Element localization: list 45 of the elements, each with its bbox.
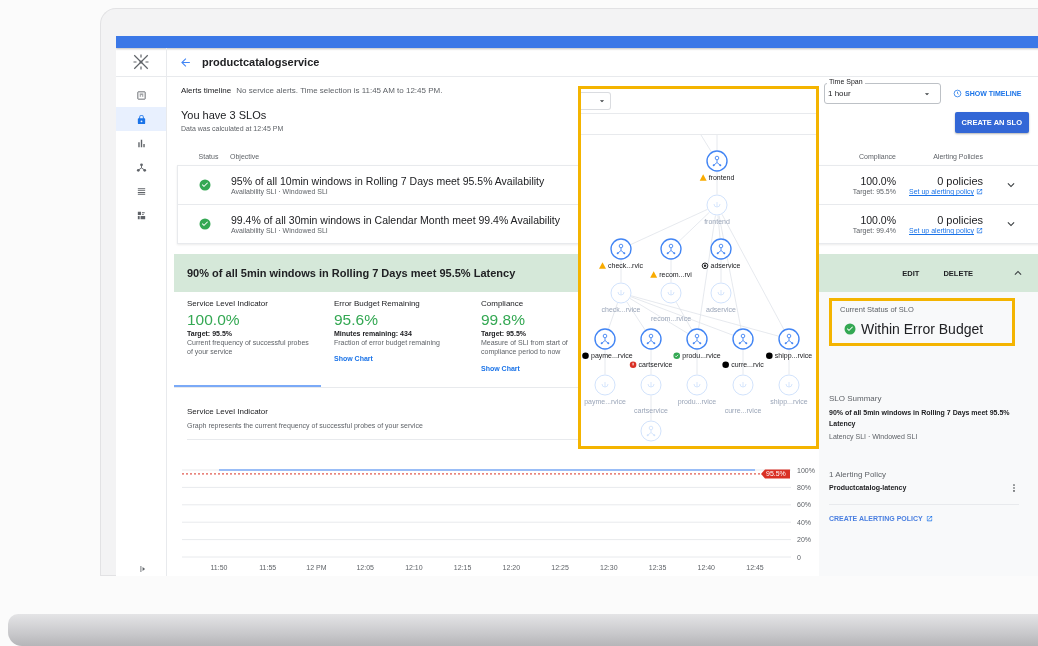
dashboard-icon [135, 89, 147, 101]
service-node[interactable] [710, 238, 732, 260]
service-node[interactable] [732, 328, 754, 350]
tile-value: 95.6% [334, 311, 379, 329]
service-node[interactable] [686, 328, 708, 350]
service-node[interactable] [778, 328, 800, 350]
service-node[interactable] [706, 150, 728, 172]
app-logo-icon [132, 53, 150, 71]
alerts-label: Alerts timeline [181, 86, 232, 95]
slo-title: 90% of all 5min windows in Rolling 7 Days meet 95.5% Latency [187, 267, 516, 279]
sidebar-item[interactable] [116, 107, 166, 131]
external-link-icon [976, 227, 983, 234]
clock-icon [953, 89, 962, 98]
alerts-message: No service alerts. Time selection is 11:45 AM to 12:45 PM. [236, 86, 443, 95]
policy-count: 0 policies [937, 214, 983, 226]
objective-text: 95% of all 10min windows in Rolling 7 Days meet 95.5% Availability [231, 175, 545, 187]
tile-title: Service Level Indicator [187, 299, 269, 308]
summary-heading: SLO Summary [829, 394, 883, 403]
external-link-icon [925, 514, 933, 522]
bar-chart-icon [135, 137, 147, 149]
list-icon [135, 185, 147, 197]
status-text: Within Error Budget [861, 321, 984, 337]
external-link-icon [976, 188, 983, 195]
tile-value: 100.0% [187, 311, 241, 329]
lock-icon [135, 113, 147, 125]
service-node[interactable] [660, 238, 682, 260]
back-arrow-icon[interactable] [179, 55, 192, 69]
tile-title: Compliance [481, 299, 525, 308]
dropdown-field[interactable] [581, 92, 611, 110]
policy-count: 0 policies [937, 175, 983, 187]
tile-value: 99.8% [481, 311, 526, 329]
compliance-value: 100.0% [860, 175, 896, 187]
widgets-icon [135, 209, 147, 221]
compliance-value: 100.0% [860, 214, 896, 226]
tile-title: Error Budget Remaining [334, 299, 421, 308]
service-node[interactable] [594, 328, 616, 350]
alerting-heading: 1 Alerting Policy [829, 470, 887, 479]
time-span-value: 1 hour [828, 89, 851, 98]
service-node[interactable] [610, 238, 632, 260]
network-icon [135, 161, 147, 173]
page-title: productcatalogservice [202, 56, 320, 68]
section-title: You have 3 SLOs [181, 109, 268, 121]
service-node[interactable] [640, 328, 662, 350]
panel-title: Service Level Indicator [187, 407, 268, 416]
objective-text: 99.4% of all 30min windows in Calendar Month meet 99.4% Availability [231, 214, 560, 226]
